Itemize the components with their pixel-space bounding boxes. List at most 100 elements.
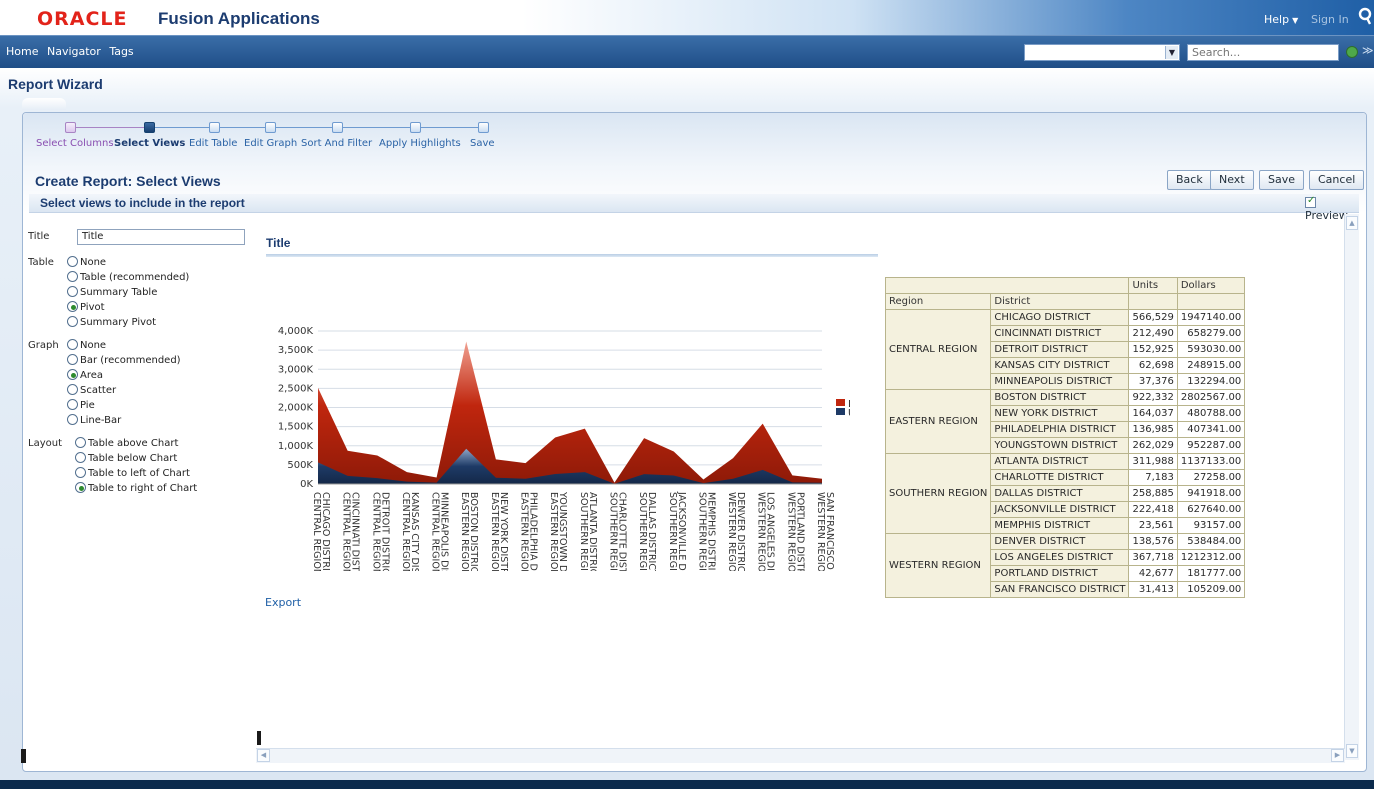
train-stop-select-views[interactable] xyxy=(144,122,155,133)
y-tick-label: 2,500K xyxy=(278,383,314,394)
train-label-select-columns[interactable]: Select Columns xyxy=(36,138,114,149)
train-label-edit-table[interactable]: Edit Table xyxy=(189,138,237,149)
splitter-handle[interactable] xyxy=(257,731,261,745)
graph-option-line-bar[interactable]: Line-Bar xyxy=(67,414,121,426)
radio-icon[interactable] xyxy=(67,286,78,297)
table-row: CENTRAL REGION CHICAGO DISTRICT 566,529 194… xyxy=(884,309,1246,390)
x-tick-label: CENTRAL REGIONMINNEAPOLIS DISTRICT xyxy=(430,492,450,571)
graph-option-scatter[interactable]: Scatter xyxy=(67,384,116,396)
radio-selected-icon[interactable] xyxy=(67,369,78,380)
pivot-district-cell: KANSAS CITY DISTRICT xyxy=(990,357,1130,374)
layout-option-left[interactable]: Table to left of Chart xyxy=(75,467,190,479)
table-option-label: Table (recommended) xyxy=(80,272,190,283)
radio-icon[interactable] xyxy=(67,354,78,365)
train-stop-save[interactable] xyxy=(478,122,489,133)
radio-icon[interactable] xyxy=(67,271,78,282)
scroll-left-icon[interactable]: ◀ xyxy=(257,749,270,762)
layout-option-above[interactable]: Table above Chart xyxy=(75,437,178,449)
radio-icon[interactable] xyxy=(67,414,78,425)
train-label-edit-graph[interactable]: Edit Graph xyxy=(244,138,297,149)
graph-option-pie[interactable]: Pie xyxy=(67,399,95,411)
export-link[interactable]: Export xyxy=(265,596,301,609)
scroll-down-icon[interactable]: ▼ xyxy=(1346,744,1358,758)
train-label-save[interactable]: Save xyxy=(470,138,495,149)
table-row: WESTERN REGION DENVER DISTRICT 138,576 5384… xyxy=(884,533,1246,598)
table-option-pivot[interactable]: Pivot xyxy=(67,301,105,313)
train-label-sort-and-filter[interactable]: Sort And Filter xyxy=(301,138,372,149)
table-label: Table xyxy=(28,257,54,268)
pivot-units-cell: 311,988 xyxy=(1128,453,1178,470)
table-option-summary-table[interactable]: Summary Table xyxy=(67,286,157,298)
layout-option-right[interactable]: Table to right of Chart xyxy=(75,482,197,494)
search-icon[interactable] xyxy=(1358,7,1372,25)
page-tab[interactable] xyxy=(22,98,66,110)
scroll-right-icon[interactable]: ▶ xyxy=(1331,749,1344,762)
pivot-district-cell: YOUNGSTOWN DISTRICT xyxy=(990,437,1130,454)
chart-title: Title xyxy=(266,236,291,250)
global-search-input[interactable] xyxy=(1187,44,1339,61)
y-tick-label: 0K xyxy=(300,479,313,490)
radio-icon[interactable] xyxy=(67,316,78,327)
scroll-up-icon[interactable]: ▲ xyxy=(1346,216,1358,230)
next-button[interactable]: Next xyxy=(1210,170,1254,190)
chevron-down-icon[interactable]: ▼ xyxy=(1165,46,1178,59)
radio-icon[interactable] xyxy=(75,452,86,463)
train-stop-edit-table[interactable] xyxy=(209,122,220,133)
pivot-row-header-district: District xyxy=(990,293,1130,310)
radio-icon[interactable] xyxy=(75,467,86,478)
pivot-district-cell: MINNEAPOLIS DISTRICT xyxy=(990,373,1130,390)
save-button[interactable]: Save xyxy=(1259,170,1305,190)
graph-option-area[interactable]: Area xyxy=(67,369,103,381)
table-option-summary-pivot[interactable]: Summary Pivot xyxy=(67,316,156,328)
x-tick-label: CENTRAL REGIONCHICAGO DISTRICT xyxy=(311,492,331,571)
layout-option-below[interactable]: Table below Chart xyxy=(75,452,177,464)
search-category-select[interactable]: ▼ xyxy=(1024,44,1180,61)
vertical-scrollbar[interactable]: ▲ ▼ xyxy=(1344,214,1359,760)
radio-selected-icon[interactable] xyxy=(75,482,86,493)
train-stop-edit-graph[interactable] xyxy=(265,122,276,133)
pivot-dollars-cell: 1212312.00 xyxy=(1176,549,1246,566)
table-option-none[interactable]: None xyxy=(67,256,106,268)
x-tick-label: WESTERN REGIONPORTLAND DISTRICT xyxy=(785,492,805,571)
train-stop-sort-and-filter[interactable] xyxy=(332,122,343,133)
left-pane-toggle-icon[interactable] xyxy=(21,749,26,763)
sign-in-link[interactable]: Sign In xyxy=(1311,13,1349,26)
table-option-table[interactable]: Table (recommended) xyxy=(67,271,189,283)
go-icon[interactable] xyxy=(1346,46,1358,58)
pivot-dollars-cell: 627640.00 xyxy=(1176,501,1246,518)
nav-tags-link[interactable]: Tags xyxy=(109,45,133,58)
radio-selected-icon[interactable] xyxy=(67,301,78,312)
nav-navigator-link[interactable]: Navigator xyxy=(47,45,101,58)
page-title: Report Wizard xyxy=(8,76,103,92)
train-stop-apply-highlights[interactable] xyxy=(410,122,421,133)
radio-icon[interactable] xyxy=(67,384,78,395)
graph-option-none[interactable]: None xyxy=(67,339,106,351)
help-menu[interactable]: Help ▼ xyxy=(1264,13,1298,26)
pivot-district-cell: SAN FRANCISCO DISTRICT xyxy=(990,581,1130,598)
graph-option-label: Scatter xyxy=(80,385,117,396)
pivot-dollars-cell: 1137133.00 xyxy=(1176,453,1246,470)
layout-option-label: Table to left of Chart xyxy=(88,468,190,479)
y-tick-label: 3,000K xyxy=(278,364,314,375)
pivot-district-cell: NEW YORK DISTRICT xyxy=(990,405,1130,422)
horizontal-scrollbar[interactable]: ◀ ▶ xyxy=(256,748,1345,763)
radio-icon[interactable] xyxy=(75,437,86,448)
pivot-dollars-cell: 538484.00 xyxy=(1176,533,1246,550)
pivot-table: Units Dollars Region District CENTRAL REGION… xyxy=(884,277,1246,598)
section-title: Select views to include in the report xyxy=(40,196,245,210)
nav-home-link[interactable]: Home xyxy=(6,45,38,58)
back-button[interactable]: Back xyxy=(1167,170,1212,190)
radio-icon[interactable] xyxy=(67,339,78,350)
cancel-button[interactable]: Cancel xyxy=(1309,170,1365,190)
train-label-apply-highlights[interactable]: Apply Highlights xyxy=(379,138,461,149)
train-label-select-views[interactable]: Select Views xyxy=(114,138,185,149)
checkbox-checked-icon[interactable] xyxy=(1305,195,1316,208)
global-nav-bar: Home Navigator Tags ▼ ≫ xyxy=(0,36,1374,68)
expand-icon[interactable]: ≫ xyxy=(1362,44,1374,57)
graph-option-bar[interactable]: Bar (recommended) xyxy=(67,354,181,366)
radio-icon[interactable] xyxy=(67,399,78,410)
radio-icon[interactable] xyxy=(67,256,78,267)
title-input[interactable]: Title xyxy=(77,229,245,245)
y-tick-label: 500K xyxy=(287,460,313,471)
train-stop-select-columns[interactable] xyxy=(65,122,76,133)
